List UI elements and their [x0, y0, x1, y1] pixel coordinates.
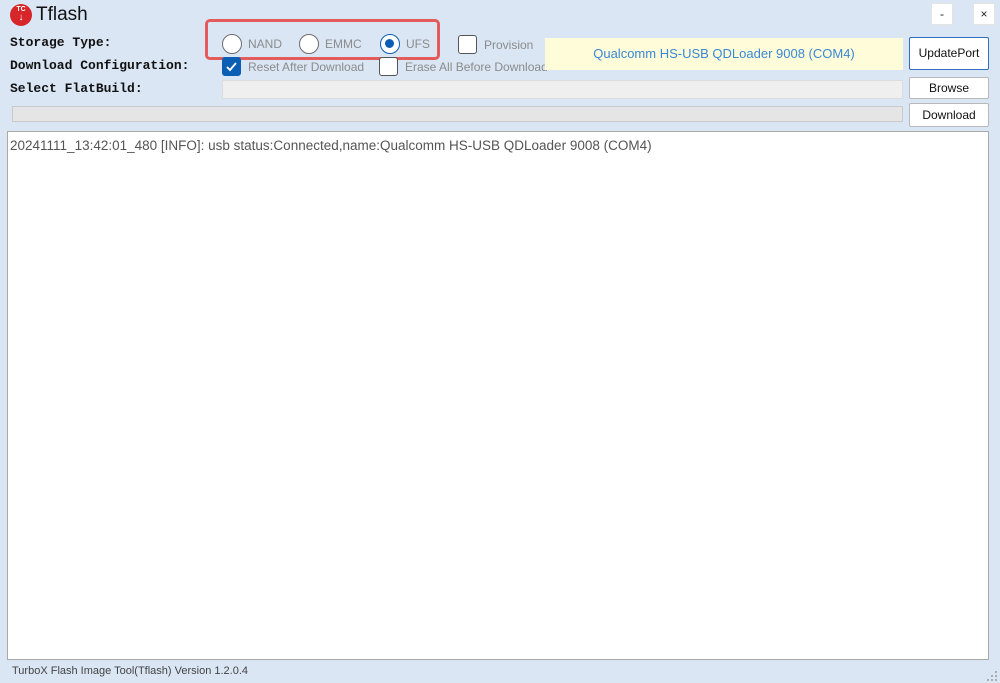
- reset-after-download-label[interactable]: Reset After Download: [248, 60, 364, 74]
- tflash-logo-icon: TC ↓: [10, 4, 32, 26]
- download-progress-bar: [12, 106, 903, 122]
- provision-checkbox-box[interactable]: [458, 35, 477, 54]
- checkmark-icon: [226, 62, 237, 72]
- resize-grip-icon[interactable]: [986, 670, 998, 682]
- flatbuild-path-field[interactable]: [222, 80, 903, 99]
- storage-type-label: Storage Type:: [10, 35, 112, 50]
- title-bar: TC ↓ Tflash - ×: [0, 0, 1000, 30]
- select-flatbuild-label: Select FlatBuild:: [10, 81, 143, 96]
- update-port-button[interactable]: UpdatePort: [909, 37, 989, 70]
- logo-arrow: ↓: [18, 12, 24, 23]
- download-button[interactable]: Download: [909, 103, 989, 127]
- erase-all-before-download-label[interactable]: Erase All Before Download: [405, 60, 548, 74]
- log-output[interactable]: 20241111_13:42:01_480 [INFO]: usb status…: [7, 131, 989, 660]
- provision-label[interactable]: Provision: [484, 38, 533, 52]
- minimize-button[interactable]: -: [931, 3, 953, 25]
- storage-type-highlight: [205, 19, 440, 60]
- erase-all-before-download-box[interactable]: [379, 57, 398, 76]
- app-title: Tflash: [36, 4, 88, 25]
- download-configuration-label: Download Configuration:: [10, 58, 190, 73]
- status-bar-text: TurboX Flash Image Tool(Tflash) Version …: [12, 665, 249, 677]
- log-line: 20241111_13:42:01_480 [INFO]: usb status…: [10, 138, 652, 153]
- close-button[interactable]: ×: [973, 3, 995, 25]
- port-status-display: Qualcomm HS-USB QDLoader 9008 (COM4): [545, 38, 903, 70]
- browse-button[interactable]: Browse: [909, 77, 989, 99]
- reset-after-download-box[interactable]: [222, 57, 241, 76]
